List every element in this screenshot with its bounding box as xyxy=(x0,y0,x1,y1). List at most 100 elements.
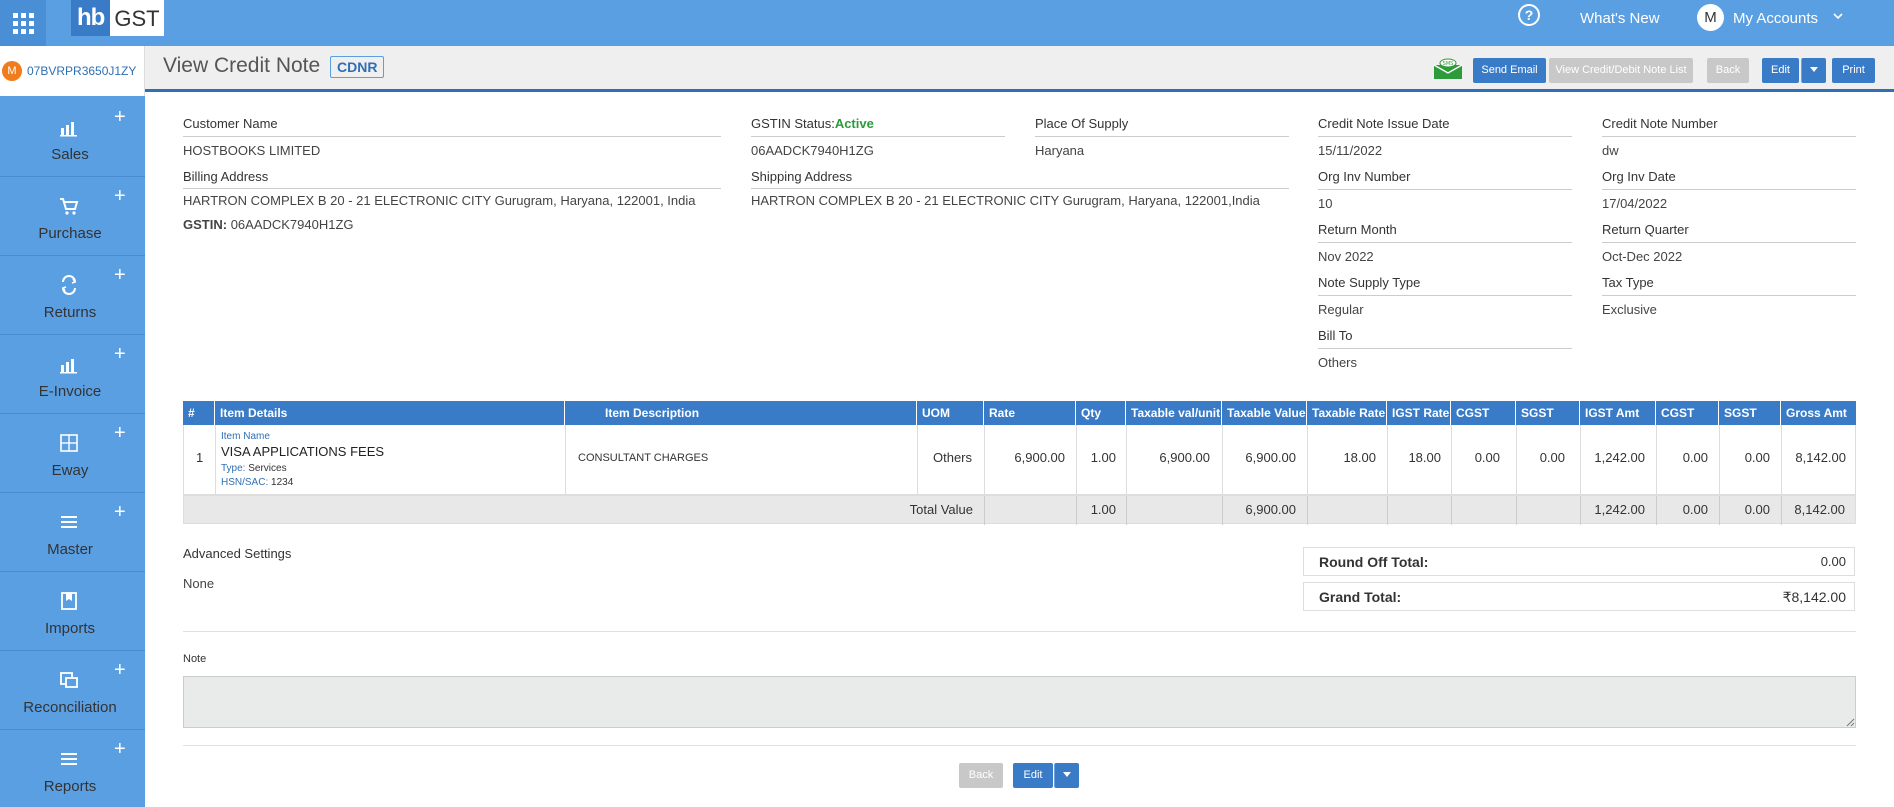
col-header-cgst-rate: CGST Rate xyxy=(1451,401,1516,444)
gstin-status-label: GSTIN Status: xyxy=(751,116,835,131)
sidebar-item-reports[interactable]: Reports + xyxy=(0,730,145,807)
col-header-num: # xyxy=(183,401,215,425)
round-off-label: Round Off Total: xyxy=(1319,554,1429,570)
gstin-status-label-row: GSTIN Status:Active xyxy=(751,116,874,131)
sidebar-item-imports[interactable]: Imports xyxy=(0,572,145,651)
tax-type: Exclusive xyxy=(1602,302,1657,317)
total-qty: 1.00 xyxy=(1090,502,1116,517)
chevron-down-icon[interactable] xyxy=(1832,10,1844,25)
print-button[interactable]: Print xyxy=(1832,58,1875,83)
sidebar-item-returns[interactable]: Returns + xyxy=(0,256,145,335)
cell-taxable-val-unit: 6,900.00 xyxy=(1127,425,1223,495)
add-master-icon[interactable]: + xyxy=(114,501,126,524)
divider xyxy=(183,631,1856,632)
whats-new-link[interactable]: What's New xyxy=(1580,10,1660,27)
send-email-button[interactable]: Send Email xyxy=(1473,58,1546,83)
total-cgst-amt-cell: 0.00 xyxy=(1657,496,1720,525)
item-hsn-label: HSN/SAC: xyxy=(221,477,269,488)
customer-name-label: Customer Name xyxy=(183,116,278,131)
logo[interactable]: hb GST xyxy=(71,0,164,36)
item-taxable-value: 6,900.00 xyxy=(1245,450,1296,465)
org-inv-number-label: Org Inv Number xyxy=(1318,169,1411,184)
total-taxable-value-cell: 6,900.00 xyxy=(1223,496,1308,525)
item-type-label: Type: xyxy=(221,463,246,474)
add-reports-icon[interactable]: + xyxy=(114,738,126,761)
total-sgst-amt-cell: 0.00 xyxy=(1720,496,1782,525)
returns-icon xyxy=(61,275,77,295)
note-supply-type-label: Note Supply Type xyxy=(1318,275,1421,290)
menu-icon xyxy=(61,753,77,765)
item-cgst-amt: 0.00 xyxy=(1682,450,1708,465)
divider xyxy=(1318,242,1572,243)
grand-total-label: Grand Total: xyxy=(1319,589,1402,605)
sidebar-item-label: Returns xyxy=(43,304,97,321)
grand-total-box: Grand Total: ₹8,142.00 xyxy=(1303,582,1855,611)
footer-edit-dropdown-icon[interactable] xyxy=(1054,763,1079,788)
help-icon[interactable]: ? xyxy=(1518,4,1540,26)
view-list-button[interactable]: View Credit/Debit Note List xyxy=(1549,58,1693,83)
edit-button[interactable]: Edit xyxy=(1762,58,1799,83)
item-hsn: 1234 xyxy=(271,477,294,488)
item-cgst-rate: 0.00 xyxy=(1474,450,1500,465)
add-sales-icon[interactable]: + xyxy=(114,106,126,129)
note-type-badge: CDNR xyxy=(330,56,385,78)
col-header-gross-amt: Gross Amt xyxy=(1786,406,1847,420)
item-type: Services xyxy=(248,463,287,474)
footer-back-button[interactable]: Back xyxy=(959,763,1003,788)
cell-cgst-amt: 0.00 xyxy=(1657,425,1720,495)
note-label: Note xyxy=(183,653,207,665)
item-gross-amt: 8,142.00 xyxy=(1795,450,1846,465)
divider xyxy=(1602,295,1856,296)
bar-chart-icon xyxy=(60,359,77,374)
sms-label: SMS xyxy=(1443,61,1454,67)
add-reconciliation-icon[interactable]: + xyxy=(114,659,126,682)
add-returns-icon[interactable]: + xyxy=(114,264,126,287)
col-header-cgst-amt: CGST Amt xyxy=(1656,401,1719,444)
page-header: View Credit Note CDNR SMS Send Email Vie… xyxy=(145,46,1894,92)
sidebar-item-purchase[interactable]: Purchase + xyxy=(0,177,145,256)
issue-date-label: Credit Note Issue Date xyxy=(1318,116,1450,131)
divider xyxy=(1602,242,1856,243)
cell-sgst-rate: 0.00 xyxy=(1517,425,1581,495)
footer-edit-button[interactable]: Edit xyxy=(1013,763,1053,788)
add-purchase-icon[interactable]: + xyxy=(114,185,126,208)
sms-icon[interactable]: SMS xyxy=(1432,58,1464,80)
note-number-label: Credit Note Number xyxy=(1602,116,1718,131)
cell-taxable-rate: 18.00 xyxy=(1308,425,1388,495)
sidebar-item-eway[interactable]: Eway + xyxy=(0,414,145,493)
gstin-status-value: 06AADCK7940H1ZG xyxy=(751,143,874,158)
add-eway-icon[interactable]: + xyxy=(114,422,126,445)
gstin-value: 06AADCK7940H1ZG xyxy=(230,217,354,232)
return-month-label: Return Month xyxy=(1318,222,1397,237)
return-quarter-label: Return Quarter xyxy=(1602,222,1689,237)
cell-igst-amt: 1,242.00 xyxy=(1581,425,1657,495)
sidebar-item-reconciliation[interactable]: Reconciliation + xyxy=(0,651,145,730)
total-unit-cell xyxy=(1127,496,1223,525)
total-label: Total Value xyxy=(909,502,973,517)
my-accounts-menu[interactable]: My Accounts xyxy=(1733,10,1818,27)
sidebar-item-e-invoice[interactable]: E-Invoice + xyxy=(0,335,145,414)
logo-hb: hb xyxy=(71,0,111,36)
item-sgst-rate: 0.00 xyxy=(1539,450,1565,465)
cell-sgst-amt: 0.00 xyxy=(1720,425,1782,495)
col-header-igst-rate: IGST Rate xyxy=(1387,401,1451,425)
back-button[interactable]: Back xyxy=(1707,58,1749,83)
total-taxable-rate-cell xyxy=(1308,496,1388,525)
edit-dropdown-icon[interactable] xyxy=(1801,58,1826,83)
cell-igst-rate: 18.00 xyxy=(1388,425,1452,495)
total-cgst-amt: 0.00 xyxy=(1682,502,1708,517)
item-igst-rate: 18.00 xyxy=(1408,450,1441,465)
resize-handle-icon[interactable] xyxy=(1845,716,1855,727)
item-sgst-amt: 0.00 xyxy=(1744,450,1770,465)
note-supply-type: Regular xyxy=(1318,302,1364,317)
col-header-sgst-rate: SGST Rate xyxy=(1516,401,1580,444)
note-textarea[interactable] xyxy=(183,676,1856,728)
account-avatar[interactable]: M xyxy=(1697,4,1724,31)
add-e-invoice-icon[interactable]: + xyxy=(114,343,126,366)
col-header-uom: UOM xyxy=(917,401,984,425)
org-selector[interactable]: M 07BVRPR3650J1ZY xyxy=(0,46,145,96)
org-gstin: 07BVRPR3650J1ZY xyxy=(27,64,137,78)
sidebar-item-master[interactable]: Master + xyxy=(0,493,145,572)
sidebar-item-sales[interactable]: Sales + xyxy=(0,98,145,177)
apps-grid-icon[interactable] xyxy=(0,0,46,46)
